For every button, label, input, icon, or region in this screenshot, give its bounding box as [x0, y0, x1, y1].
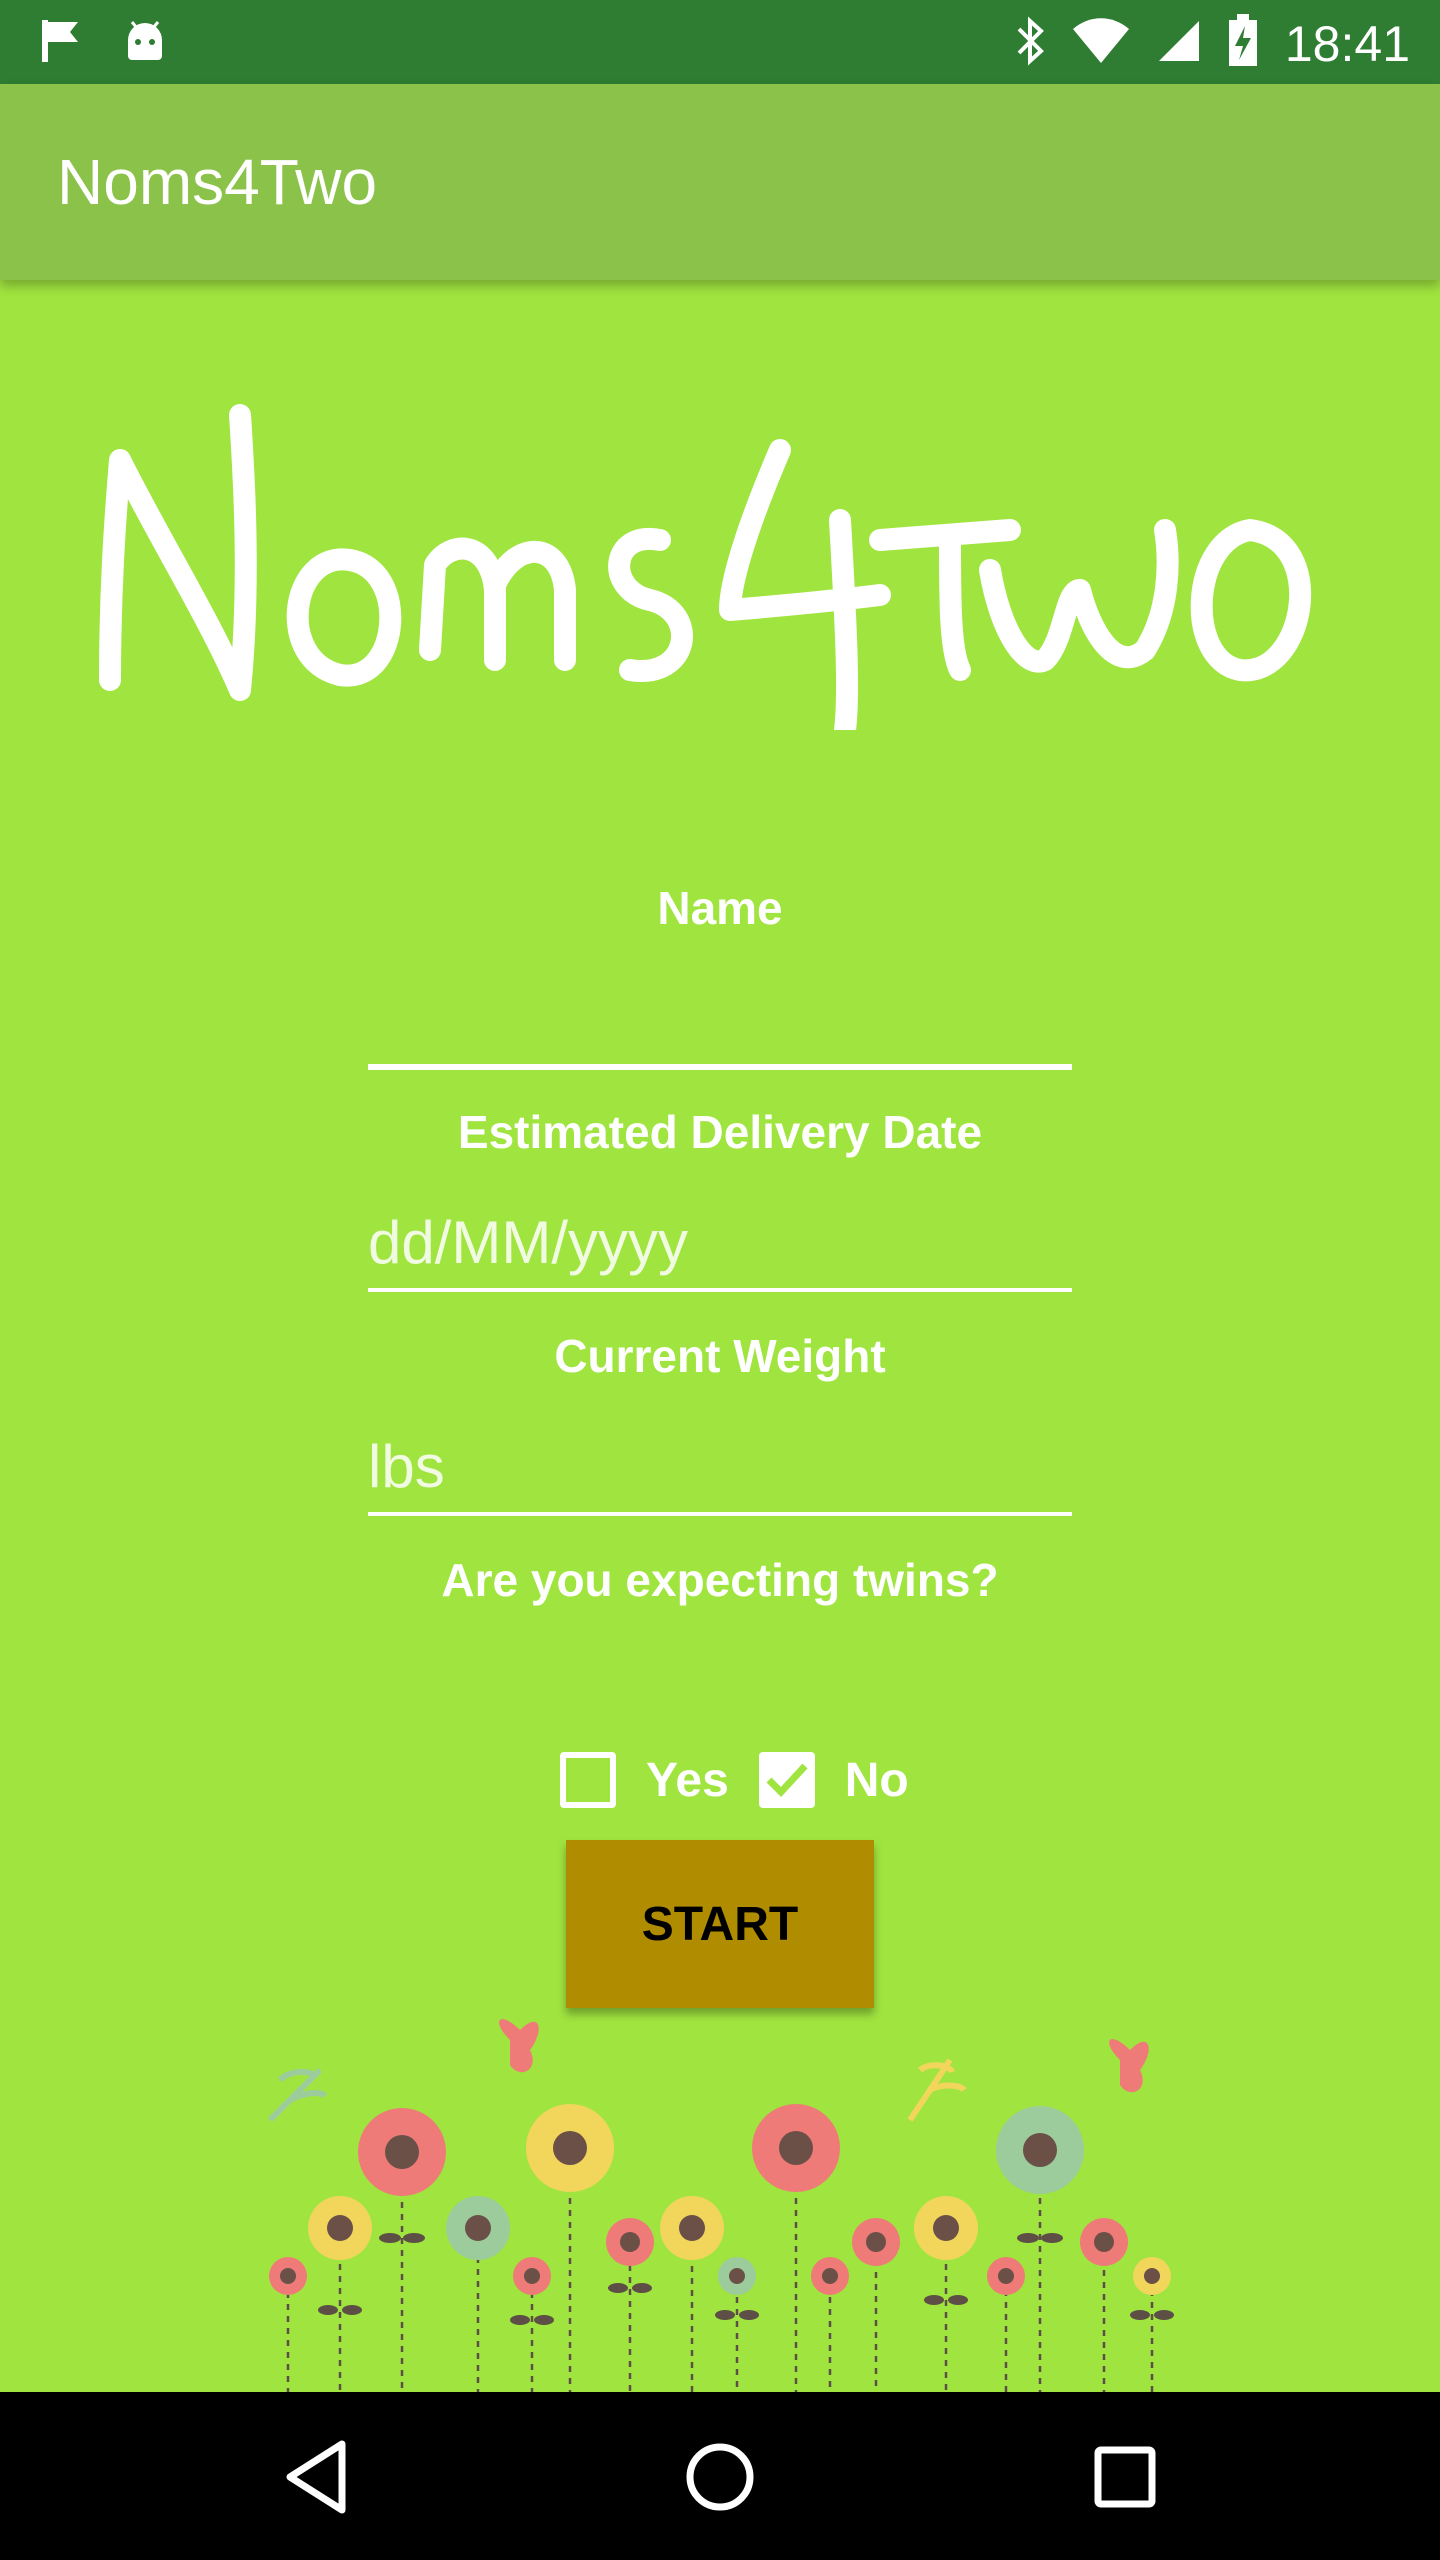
noms4two-logo [99, 404, 1311, 730]
home-icon[interactable] [675, 2432, 765, 2522]
current-weight-underline [368, 1512, 1072, 1516]
wifi-icon [1071, 17, 1131, 70]
battery-charging-icon [1227, 14, 1259, 73]
status-bar: 18:41 [0, 0, 1440, 84]
no-label: No [844, 1753, 909, 1807]
delivery-date-input[interactable] [368, 1202, 1072, 1282]
android-icon [122, 18, 168, 69]
flag-icon [40, 18, 82, 69]
navigation-bar [0, 2392, 1440, 2560]
name-underline [368, 1064, 1072, 1070]
cell-signal-icon [1157, 19, 1201, 68]
yes-label: Yes [646, 1753, 729, 1807]
app-bar: Noms4Two [0, 84, 1440, 280]
bluetooth-icon [1015, 15, 1045, 72]
delivery-date-label: Estimated Delivery Date [457, 1106, 983, 1158]
status-time: 18:41 [1284, 15, 1410, 72]
checkmark-icon [766, 1763, 808, 1798]
current-weight-input[interactable] [368, 1426, 1072, 1506]
app-title: Noms4Two [57, 146, 378, 218]
start-button[interactable]: START [566, 1840, 874, 2008]
flower-garden-illustration [267, 2019, 1174, 2392]
delivery-date-underline [368, 1288, 1072, 1292]
back-icon[interactable] [272, 2432, 362, 2522]
name-label: Name [657, 882, 783, 934]
recents-icon[interactable] [1080, 2432, 1170, 2522]
name-input[interactable] [368, 980, 1072, 1060]
twins-question: Are you expecting twins? [441, 1554, 999, 1606]
no-checkbox[interactable] [758, 1752, 815, 1808]
yes-checkbox[interactable] [560, 1752, 616, 1808]
twins-options: Yes No [560, 1752, 939, 1808]
current-weight-label: Current Weight [554, 1330, 886, 1382]
